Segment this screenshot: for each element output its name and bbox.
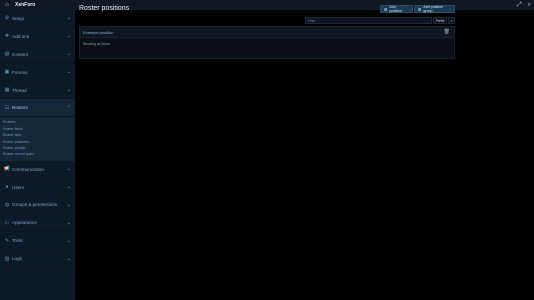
chevron-down-icon: ⌄ — [66, 184, 71, 191]
sidebar-item-label: Users — [12, 184, 24, 190]
prefix-toggle[interactable]: Prefix — [433, 17, 447, 24]
sidebar-item-groups-permissions[interactable]: ◍ Groups & permissions ⌄ — [0, 196, 75, 215]
sidebar-item-label: Groups & permissions — [12, 202, 58, 208]
list-footer: Showing an items — [83, 41, 110, 46]
sidebar: ⚙ Setup ⌄ ✚ Add-ons ⌄ ▤ Content ⌄ ▣ Foru… — [0, 10, 75, 300]
rosters-subnav: Rosters Roster fields Roster tabs Roster… — [0, 117, 75, 161]
palette-icon: ▭ — [4, 219, 10, 226]
sidebar-item-label: Add-ons — [12, 33, 30, 39]
sidebar-item-label: Appearance — [12, 220, 37, 226]
positions-list: Example position 🗑 Showing an items — [79, 26, 455, 59]
home-icon[interactable]: ⌂ — [2, 0, 12, 10]
sidebar-item-rosters[interactable]: ☷ Rosters ⌃ — [0, 99, 75, 118]
add-position-button[interactable]: ⊞ Add position — [380, 5, 413, 13]
chevron-down-icon: ⌄ — [66, 33, 71, 40]
forum-icon: ▣ — [4, 69, 10, 76]
sidebar-item-label: Forums — [12, 69, 28, 75]
sidebar-item-addons[interactable]: ✚ Add-ons ⌄ — [0, 28, 75, 46]
gear-icon: ⚙ — [4, 15, 10, 22]
topbar-actions: ⤢ ⌕ — [517, 0, 531, 10]
search-icon[interactable]: ⌕ — [528, 2, 531, 9]
megaphone-icon: 📢 — [3, 166, 11, 173]
chevron-up-icon: ⌃ — [66, 104, 71, 111]
chevron-down-icon: ⌄ — [66, 51, 71, 58]
puzzle-icon: ✚ — [4, 33, 10, 40]
sidebar-item-label: Rosters — [12, 105, 28, 111]
file-icon: ▤ — [4, 51, 10, 58]
chevron-down-icon: ⌄ — [66, 166, 71, 173]
chevron-down-icon: ⌄ — [66, 237, 71, 244]
add-position-group-label: Add position group — [423, 5, 444, 13]
sidebar-item-label: Tools — [12, 238, 23, 244]
subnav-roster-record-types[interactable]: Roster record types — [0, 151, 75, 157]
plus-icon: ⊞ — [418, 6, 422, 12]
sidebar-item-label: Communication — [12, 166, 44, 172]
chevron-down-icon: ⌄ — [66, 219, 71, 226]
sidebar-item-label: Content — [12, 51, 29, 57]
sidebar-item-communication[interactable]: 📢 Communication ⌄ — [0, 161, 75, 179]
chevron-down-icon: ⌄ — [66, 255, 71, 262]
position-link[interactable]: Example position — [83, 30, 113, 35]
sidebar-item-users[interactable]: ● Users ⌄ — [0, 179, 75, 197]
filter-input[interactable]: Filter — [305, 17, 432, 24]
sidebar-item-label: Logs — [12, 256, 22, 262]
filter-bar: Filter Prefix × — [305, 17, 455, 24]
wrench-icon: ✎ — [4, 237, 10, 244]
add-position-label: Add position — [389, 5, 402, 13]
page-title: Roster positions — [79, 5, 130, 12]
app-brand[interactable]: XenForo — [15, 2, 35, 8]
thread-icon: ▦ — [4, 87, 10, 93]
sidebar-item-tools[interactable]: ✎ Tools ⌄ — [0, 232, 75, 251]
clear-filter-button[interactable]: × — [448, 17, 455, 24]
sidebar-item-thread[interactable]: ▦ Thread ⌄ — [0, 82, 75, 100]
add-position-group-button[interactable]: ⊞ Add position group — [414, 5, 455, 13]
expand-icon[interactable]: ⤢ — [517, 2, 522, 9]
sidebar-item-label: Thread — [12, 87, 27, 93]
users-icon: ◍ — [4, 201, 10, 208]
chevron-down-icon: ⌄ — [66, 69, 71, 76]
sidebar-item-label: Setup — [12, 15, 25, 21]
sidebar-item-forums[interactable]: ▣ Forums ⌄ — [0, 64, 75, 82]
trash-icon[interactable]: 🗑 — [444, 29, 450, 35]
plus-icon: ⊞ — [384, 6, 388, 12]
chevron-down-icon: ⌄ — [66, 201, 71, 208]
user-icon: ● — [5, 184, 9, 191]
chevron-down-icon: ⌄ — [66, 15, 71, 22]
sidebar-item-setup[interactable]: ⚙ Setup ⌄ — [0, 10, 75, 28]
sidebar-item-content[interactable]: ▤ Content ⌄ — [0, 46, 75, 64]
log-icon: ▥ — [4, 255, 10, 262]
sidebar-item-logs[interactable]: ▥ Logs ⌄ — [0, 250, 75, 269]
sidebar-item-appearance[interactable]: ▭ Appearance ⌄ — [0, 214, 75, 233]
chevron-down-icon: ⌄ — [66, 87, 71, 93]
roster-icon: ☷ — [4, 104, 10, 111]
list-item[interactable]: Example position 🗑 — [80, 27, 454, 38]
